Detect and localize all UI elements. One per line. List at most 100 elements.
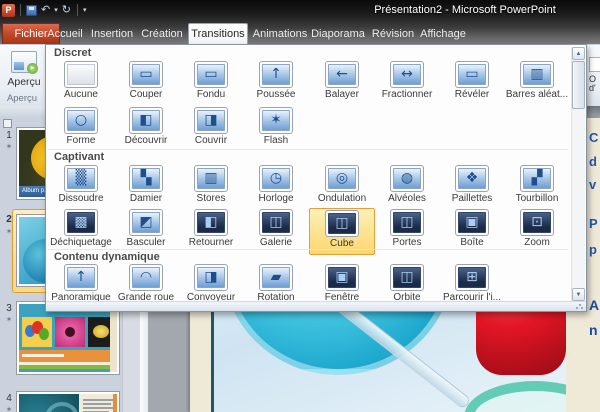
tab-creation[interactable]: Création xyxy=(138,23,186,44)
tab-transitions[interactable]: Transitions xyxy=(188,23,248,44)
transition-icon xyxy=(64,209,98,236)
transition-applied-icon: ✶ xyxy=(3,405,15,412)
tab-insertion[interactable]: Insertion xyxy=(88,23,136,44)
transition-dissoudre[interactable]: Dissoudre xyxy=(49,165,113,209)
transition-forme[interactable]: Forme xyxy=(49,107,113,151)
slide-text-fragment: d xyxy=(589,154,597,169)
separator xyxy=(20,4,21,16)
section-separator xyxy=(48,249,568,250)
tab-accueil[interactable]: Accueil xyxy=(44,23,86,44)
transition-icon xyxy=(64,264,98,291)
tab-animations[interactable]: Animations xyxy=(252,23,308,44)
transition-icon xyxy=(194,107,228,134)
transition-damier[interactable]: Damier xyxy=(114,165,178,209)
transition-flash[interactable]: Flash xyxy=(244,107,308,151)
transition-icon xyxy=(455,61,489,88)
transition-icon xyxy=(390,165,424,192)
green-dish-graphic xyxy=(464,381,566,412)
redo-button[interactable]: ↻ xyxy=(61,3,72,17)
slide-4-thumbnail[interactable] xyxy=(16,391,120,412)
slide-text-fragment: n xyxy=(589,322,598,338)
transition-cube-selected[interactable]: Cube xyxy=(309,208,375,255)
slide-1-number: 1 xyxy=(4,130,14,141)
transition-aucune[interactable]: Aucune xyxy=(49,61,113,105)
scroll-down-icon[interactable]: ▼ xyxy=(572,288,585,301)
window-title: Présentation2 - Microsoft PowerPoint xyxy=(340,4,590,16)
transition-basculer[interactable]: Basculer xyxy=(114,209,178,253)
transition-icon xyxy=(259,107,293,134)
transition-couvrir[interactable]: Couvrir xyxy=(179,107,243,151)
resize-grip-icon xyxy=(576,303,583,309)
transition-couper[interactable]: Couper xyxy=(114,61,178,105)
transition-barres-aleatoires[interactable]: Barres aléat... xyxy=(505,61,569,105)
transition-icon xyxy=(325,264,359,291)
section-separator xyxy=(48,149,568,150)
transition-zoom[interactable]: Zoom xyxy=(505,209,569,253)
separator xyxy=(77,4,78,16)
transition-icon xyxy=(455,165,489,192)
transition-stores[interactable]: Stores xyxy=(179,165,243,209)
preview-icon xyxy=(11,51,37,73)
transition-icon xyxy=(520,165,554,192)
effect-options-label-fragment: d' xyxy=(589,83,596,93)
tab-revision[interactable]: Révision xyxy=(370,23,416,44)
section-title-contenu-dynamique: Contenu dynamique xyxy=(54,251,160,263)
transition-applied-icon: ✶ xyxy=(3,315,15,324)
transition-tourbillon[interactable]: Tourbillon xyxy=(505,165,569,209)
transition-icon xyxy=(129,61,163,88)
transition-icon xyxy=(194,264,228,291)
transition-horloge[interactable]: Horloge xyxy=(244,165,308,209)
transition-fractionner[interactable]: Fractionner xyxy=(375,61,439,105)
transition-ondulation[interactable]: Ondulation xyxy=(310,165,374,209)
transition-boite[interactable]: Boîte xyxy=(440,209,504,253)
transition-decouvrir[interactable]: Découvrir xyxy=(114,107,178,151)
effect-options-icon[interactable] xyxy=(589,57,600,72)
transition-fondu[interactable]: Fondu xyxy=(179,61,243,105)
transition-icon xyxy=(520,209,554,236)
section-title-discret: Discret xyxy=(54,47,91,59)
slide-text-fragment: v xyxy=(589,177,596,192)
gallery-resize-bar[interactable] xyxy=(46,301,586,311)
transition-poussee[interactable]: Poussée xyxy=(244,61,308,105)
transition-icon xyxy=(129,165,163,192)
powerpoint-window: P ↶ ▾ ↻ ▾ Présentation2 - Microsoft Powe… xyxy=(0,0,600,412)
transitions-gallery: Discret Aucune Couper Fondu Poussée Bala… xyxy=(45,44,587,312)
transition-icon xyxy=(259,209,293,236)
scroll-up-icon[interactable]: ▲ xyxy=(572,47,585,60)
transition-alveoles[interactable]: Alvéoles xyxy=(375,165,439,209)
transition-icon xyxy=(325,165,359,192)
transition-reveler[interactable]: Révéler xyxy=(440,61,504,105)
transition-dechiquetage[interactable]: Déchiquetage xyxy=(49,209,113,253)
transition-balayer[interactable]: Balayer xyxy=(310,61,374,105)
transition-applied-icon: ✶ xyxy=(3,142,15,151)
slide-3-art xyxy=(19,304,117,372)
slide-text-fragment: A xyxy=(589,297,599,313)
undo-dropdown-icon[interactable]: ▾ xyxy=(54,6,58,14)
transition-retourner[interactable]: Retourner xyxy=(179,209,243,253)
transition-paillettes[interactable]: Paillettes xyxy=(440,165,504,209)
customize-qat-icon[interactable]: ▾ xyxy=(83,6,87,14)
save-button[interactable] xyxy=(26,5,37,16)
tab-affichage[interactable]: Affichage xyxy=(418,23,468,44)
transition-icon xyxy=(455,209,489,236)
transition-icon xyxy=(325,61,359,88)
panel-collapse-icon[interactable] xyxy=(3,119,12,128)
slide-2-number: 2 xyxy=(4,214,14,225)
scrollbar-thumb[interactable] xyxy=(572,61,585,109)
gallery-scrollbar[interactable]: ▲ ▼ xyxy=(571,47,585,302)
transition-icon xyxy=(129,209,163,236)
transition-icon xyxy=(455,264,489,291)
slide-3-thumbnail[interactable] xyxy=(16,301,120,375)
transition-icon xyxy=(390,61,424,88)
transition-portes[interactable]: Portes xyxy=(375,209,439,253)
undo-button[interactable]: ↶ xyxy=(40,3,51,17)
tab-diaporama[interactable]: Diaporama xyxy=(310,23,366,44)
transition-galerie[interactable]: Galerie xyxy=(244,209,308,253)
transition-icon xyxy=(194,209,228,236)
slide-3-number: 3 xyxy=(4,303,14,314)
transition-icon xyxy=(520,61,554,88)
transition-icon xyxy=(194,165,228,192)
transition-icon xyxy=(325,210,359,237)
powerpoint-icon[interactable]: P xyxy=(2,4,15,17)
transition-icon xyxy=(390,209,424,236)
